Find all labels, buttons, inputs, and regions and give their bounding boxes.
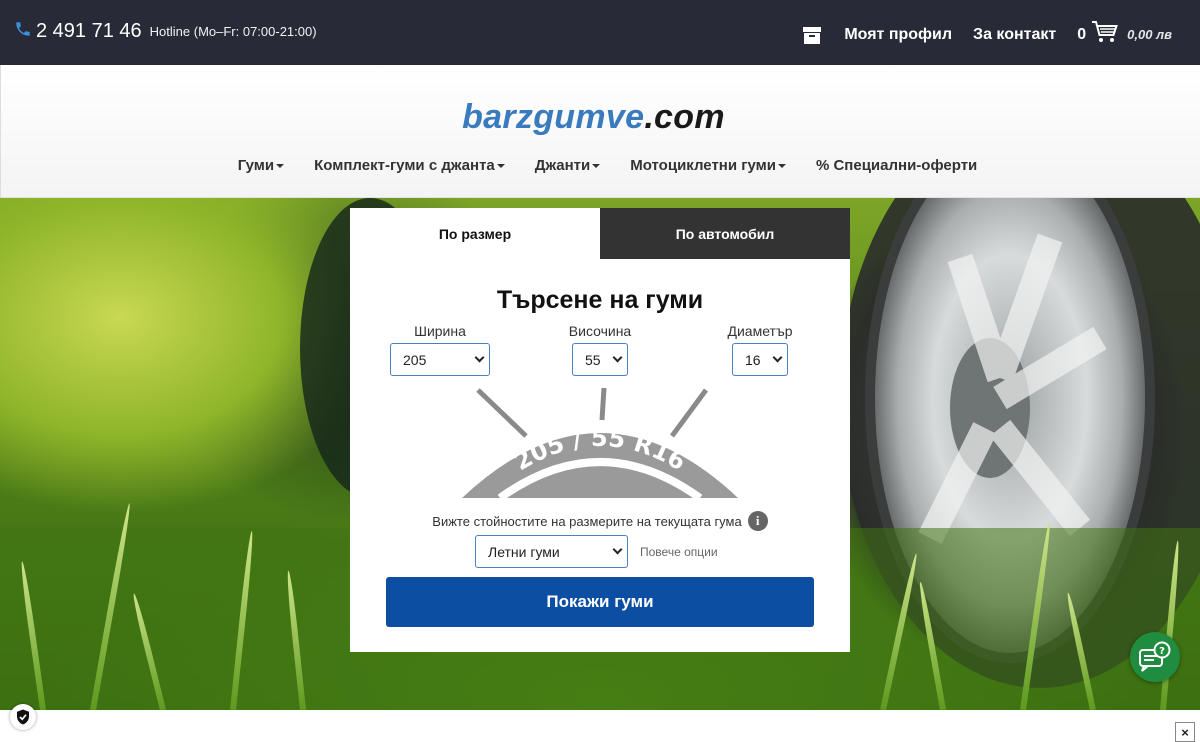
main-nav: Гуми Комплект-гуми с джанта Джанти Мотоц… [0, 157, 1200, 174]
shield-check-icon[interactable] [10, 704, 36, 730]
width-field: Ширина 205 [390, 323, 490, 376]
hotline-hours: Hotline (Mo–Fr: 07:00-21:00) [149, 24, 317, 39]
width-label: Ширина [414, 323, 466, 339]
height-label: Височина [568, 323, 632, 339]
cart-total[interactable]: 0,00 лв [1127, 27, 1172, 42]
tire-size-diagram: 205 / 55 R16 [462, 387, 738, 500]
season-value: Летни гуми [488, 543, 560, 560]
tire-search-panel: По размер По автомобил Търсене на гуми Ш… [350, 208, 850, 652]
diameter-label: Диаметър [727, 323, 793, 339]
size-hint: Вижте стойностите на размерите на текуща… [350, 511, 850, 531]
chevron-down-icon [612, 352, 623, 363]
page-footer-strip [0, 710, 1200, 740]
tab-by-size[interactable]: По размер [350, 208, 600, 259]
chevron-down-icon [772, 352, 783, 363]
nav-item-tire-rim-sets[interactable]: Комплект-гуми с джанта [314, 157, 505, 174]
diameter-value: 16 [745, 351, 761, 368]
archive-icon[interactable] [802, 25, 822, 45]
search-tabs: По размер По автомобил [350, 208, 850, 259]
tab-by-vehicle[interactable]: По автомобил [600, 208, 850, 259]
nav-item-special-offers[interactable]: % Специални-оферти [816, 157, 977, 174]
cart-icon[interactable] [1091, 20, 1119, 49]
chevron-down-icon [474, 352, 485, 363]
contact-link[interactable]: За контакт [973, 26, 1056, 44]
nav-item-label: Мотоциклетни гуми [630, 157, 776, 174]
phone-contact[interactable]: 2 491 71 46 Hotline (Mo–Fr: 07:00-21:00) [14, 20, 317, 43]
phone-number[interactable]: 2 491 71 46 [36, 20, 142, 43]
height-field: Височина 55 [569, 323, 631, 376]
caret-down-icon [592, 163, 601, 168]
info-icon[interactable]: i [747, 511, 768, 531]
height-select[interactable]: 55 [572, 343, 628, 376]
nav-item-label: Комплект-гуми с джанта [314, 157, 495, 174]
svg-text:?: ? [1159, 646, 1165, 657]
show-tires-button[interactable]: Покажи гуми [386, 577, 814, 627]
width-value: 205 [403, 351, 427, 368]
more-options-link[interactable]: Повече опции [640, 545, 718, 559]
top-bar: 2 491 71 46 Hotline (Mo–Fr: 07:00-21:00)… [0, 0, 1200, 65]
caret-down-icon [276, 163, 285, 168]
diameter-field: Диаметър 16 [728, 323, 792, 376]
top-bar-actions: Моят профил За контакт 0 0,00 лв [802, 20, 1172, 49]
logo-name[interactable]: barzgumve [462, 98, 644, 136]
nav-item-rims[interactable]: Джанти [534, 157, 601, 174]
nav-item-label: Гуми [237, 157, 275, 174]
season-select[interactable]: Летни гуми [475, 535, 628, 568]
caret-down-icon [777, 163, 786, 168]
nav-item-tires[interactable]: Гуми [237, 157, 285, 174]
chevron-down-icon [612, 544, 623, 555]
diameter-select[interactable]: 16 [732, 343, 788, 376]
caret-down-icon [496, 163, 505, 168]
nav-item-moto-tires[interactable]: Мотоциклетни гуми [630, 157, 786, 174]
nav-item-label: % Специални-оферти [815, 157, 978, 174]
nav-item-label: Джанти [534, 157, 591, 174]
site-logo[interactable]: barzgumve.com [0, 98, 1187, 137]
search-title: Търсене на гуми [496, 286, 704, 314]
logo-domain[interactable]: .com [644, 98, 725, 136]
close-button[interactable]: × [1175, 722, 1195, 742]
height-value: 55 [585, 351, 601, 368]
phone-icon [14, 20, 32, 43]
chat-help-icon[interactable]: ? [1130, 632, 1180, 682]
width-select[interactable]: 205 [390, 343, 490, 376]
cart-count[interactable]: 0 [1077, 26, 1086, 44]
profile-link[interactable]: Моят профил [844, 26, 952, 44]
size-hint-text: Вижте стойностите на размерите на текуща… [432, 513, 742, 529]
